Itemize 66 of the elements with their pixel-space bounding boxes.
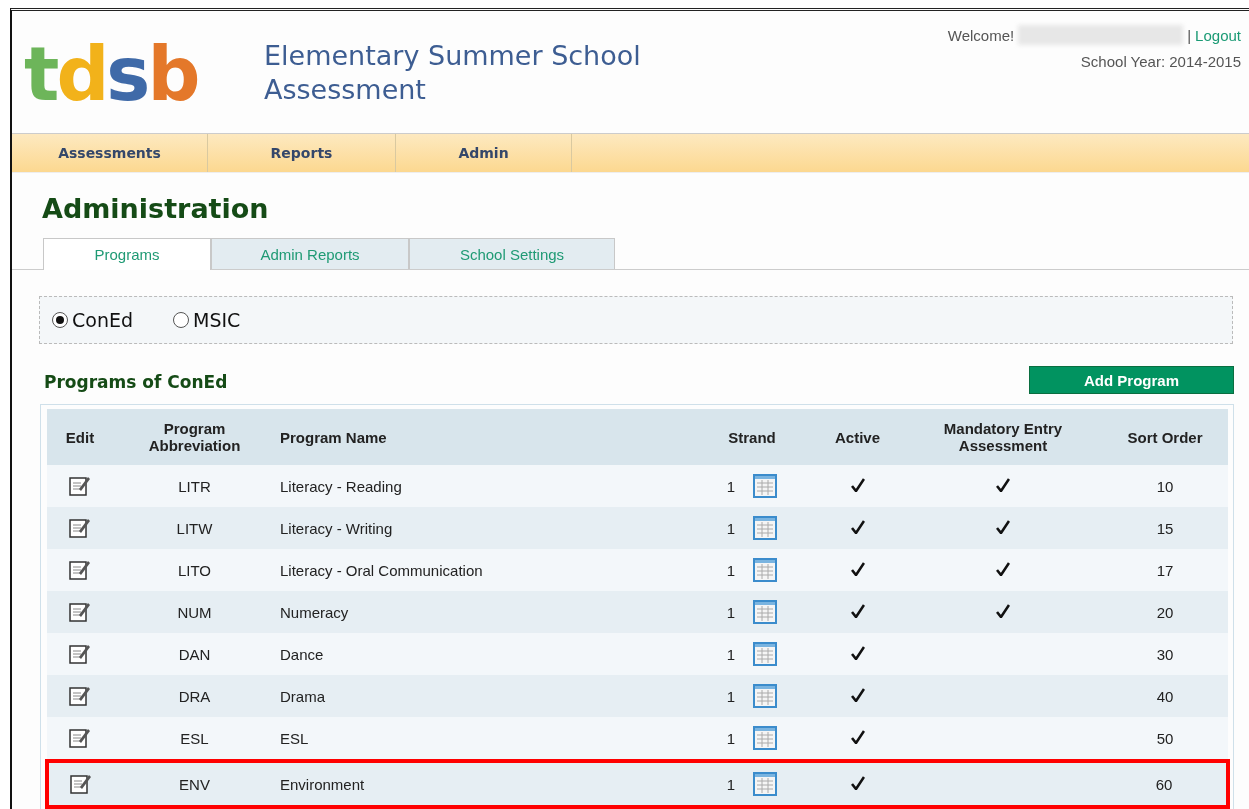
table-cell: 1 bbox=[726, 645, 736, 663]
radio-button[interactable] bbox=[173, 312, 189, 328]
table-cell: 15 bbox=[1102, 507, 1228, 549]
table-cell: 40 bbox=[1102, 675, 1228, 717]
radio-label: ConEd bbox=[72, 309, 133, 331]
school-year: School Year: 2014-2015 bbox=[1079, 53, 1241, 70]
nav-item[interactable]: Reports bbox=[208, 134, 396, 172]
table-icon[interactable] bbox=[753, 772, 778, 796]
table-cell: LITO bbox=[113, 549, 276, 591]
table-cell: NUM bbox=[113, 591, 276, 633]
separator: | bbox=[1187, 26, 1192, 44]
table-icon[interactable] bbox=[753, 474, 778, 498]
table-icon[interactable] bbox=[753, 642, 778, 666]
column-header: Edit bbox=[47, 409, 113, 465]
table-cell: 1 bbox=[726, 603, 736, 621]
table-cell: Drama bbox=[276, 675, 693, 717]
column-header: Program Abbreviation bbox=[113, 409, 276, 465]
table-icon[interactable] bbox=[753, 558, 778, 582]
table-cell: 30 bbox=[1102, 633, 1228, 675]
table-cell: 1 bbox=[726, 477, 736, 495]
add-program-button[interactable]: Add Program bbox=[1029, 366, 1234, 394]
table-cell: DRA bbox=[113, 675, 276, 717]
table-cell: 1 bbox=[726, 775, 736, 793]
logo: tdsb bbox=[23, 30, 199, 109]
table-cell: 1 bbox=[726, 687, 736, 705]
logout-link[interactable]: Logout bbox=[1195, 26, 1241, 44]
table-cell: 1 bbox=[726, 729, 736, 747]
table-icon[interactable] bbox=[753, 684, 778, 708]
tab[interactable]: Admin Reports bbox=[211, 238, 409, 269]
radio-button[interactable] bbox=[52, 312, 68, 328]
tab[interactable]: Programs bbox=[43, 238, 211, 270]
table-icon[interactable] bbox=[753, 516, 778, 540]
table-cell: 10 bbox=[1102, 465, 1228, 507]
table-icon[interactable] bbox=[753, 726, 778, 750]
table-cell: LITR bbox=[113, 465, 276, 507]
table-cell: ENV bbox=[113, 761, 276, 807]
column-header: Program Name bbox=[276, 409, 693, 465]
nav-item[interactable]: Assessments bbox=[12, 134, 208, 172]
radio-label: MSIC bbox=[193, 309, 241, 331]
column-header: Strand bbox=[693, 409, 811, 465]
table-cell: Dance bbox=[276, 633, 693, 675]
table-cell: Environment bbox=[276, 761, 693, 807]
table-cell: Literacy - Reading bbox=[276, 465, 693, 507]
column-header: Sort Order bbox=[1102, 409, 1228, 465]
table-icon[interactable] bbox=[753, 600, 778, 624]
column-header: Active bbox=[811, 409, 904, 465]
table-cell: 60 bbox=[1102, 761, 1228, 807]
welcome-text: Welcome! bbox=[947, 26, 1015, 44]
table-cell: 1 bbox=[726, 519, 736, 537]
table-cell: ESL bbox=[113, 717, 276, 761]
table-cell: Literacy - Oral Communication bbox=[276, 549, 693, 591]
section-title: Programs of ConEd bbox=[44, 372, 228, 394]
table-cell: 50 bbox=[1102, 717, 1228, 761]
page-title: Administration bbox=[42, 193, 270, 224]
table-cell: LITW bbox=[113, 507, 276, 549]
column-header: Mandatory Entry Assessment bbox=[904, 409, 1102, 465]
table-cell: 20 bbox=[1102, 591, 1228, 633]
table-cell: DAN bbox=[113, 633, 276, 675]
table-cell: Numeracy bbox=[276, 591, 693, 633]
table-cell: Literacy - Writing bbox=[276, 507, 693, 549]
table-cell: ESL bbox=[276, 717, 693, 761]
app-title: Elementary Summer School Assessment bbox=[264, 39, 642, 107]
nav-item[interactable]: Admin bbox=[396, 134, 572, 172]
table-cell: 1 bbox=[726, 561, 736, 579]
table-cell: 17 bbox=[1102, 549, 1228, 591]
tab[interactable]: School Settings bbox=[409, 238, 615, 269]
